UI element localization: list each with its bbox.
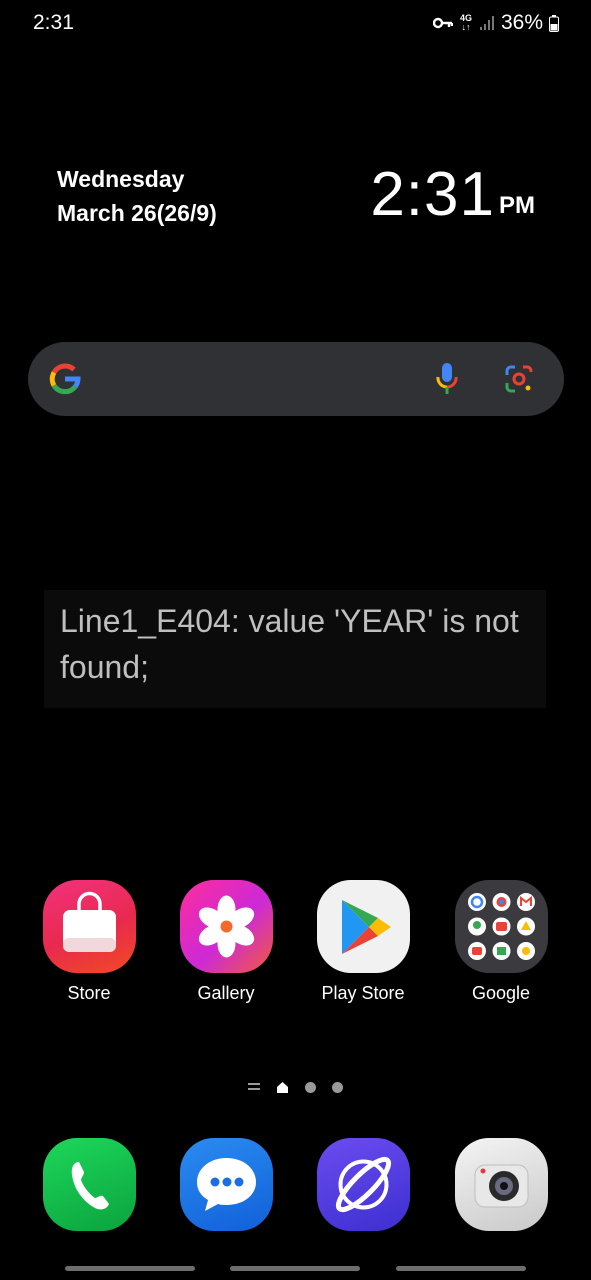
play-triangle-icon bbox=[316, 880, 410, 973]
messages-icon bbox=[179, 1138, 273, 1231]
app-label: Gallery bbox=[197, 983, 255, 1003]
app-label: Play Store bbox=[321, 983, 405, 1003]
home-icon bbox=[277, 1081, 288, 1093]
page-dot bbox=[305, 1081, 316, 1093]
page-indicator[interactable] bbox=[248, 1080, 343, 1094]
dock-messages[interactable] bbox=[171, 1138, 281, 1231]
page-dot bbox=[332, 1081, 343, 1093]
dock-camera[interactable] bbox=[446, 1138, 556, 1231]
google-lens-icon[interactable] bbox=[504, 364, 534, 394]
flower-icon bbox=[179, 880, 273, 973]
battery-percent: 36% bbox=[500, 11, 543, 34]
battery-icon bbox=[549, 14, 559, 32]
nav-home[interactable] bbox=[230, 1266, 360, 1271]
nav-back[interactable] bbox=[396, 1266, 526, 1271]
app-label: Google bbox=[471, 983, 531, 1003]
clock-widget[interactable]: 2:31 PM bbox=[370, 158, 535, 232]
signal-icon bbox=[479, 16, 494, 30]
network-type: 4G ↓↑ bbox=[459, 13, 472, 32]
camera-icon bbox=[454, 1138, 548, 1231]
internet-icon bbox=[316, 1138, 410, 1231]
google-g-icon bbox=[49, 363, 81, 395]
microphone-icon[interactable] bbox=[436, 362, 458, 396]
phone-icon bbox=[42, 1138, 136, 1231]
google-search-bar[interactable] bbox=[28, 342, 564, 416]
error-message: Line1_E404: value 'YEAR' is not found; bbox=[60, 603, 519, 685]
app-label: Store bbox=[67, 983, 111, 1003]
clock-time: 2:31 bbox=[370, 160, 495, 229]
day-of-week: Wednesday bbox=[57, 166, 185, 192]
dock-internet[interactable] bbox=[308, 1138, 418, 1231]
status-time: 2:31 bbox=[33, 11, 74, 34]
status-icons: 4G ↓↑ 36% bbox=[432, 10, 559, 36]
date-widget[interactable]: Wednesday March 26(26/9) bbox=[57, 162, 217, 230]
dock-phone[interactable] bbox=[34, 1138, 144, 1231]
app-store[interactable]: Store bbox=[34, 880, 144, 1004]
date-text: March 26(26/9) bbox=[57, 200, 217, 226]
error-widget[interactable]: Line1_E404: value 'YEAR' is not found; bbox=[44, 590, 546, 708]
menu-lines-icon bbox=[248, 1083, 260, 1090]
clock-ampm: PM bbox=[499, 192, 535, 219]
shopping-bag-icon bbox=[42, 880, 136, 973]
vpn-key-icon bbox=[432, 17, 453, 29]
status-bar: 2:31 4G ↓↑ 36% bbox=[0, 0, 591, 46]
nav-recents[interactable] bbox=[65, 1266, 195, 1271]
app-gallery[interactable]: Gallery bbox=[171, 880, 281, 1004]
app-google-folder[interactable]: Google bbox=[446, 880, 556, 1004]
google-folder-icon bbox=[454, 880, 548, 973]
app-play-store[interactable]: Play Store bbox=[308, 880, 418, 1004]
